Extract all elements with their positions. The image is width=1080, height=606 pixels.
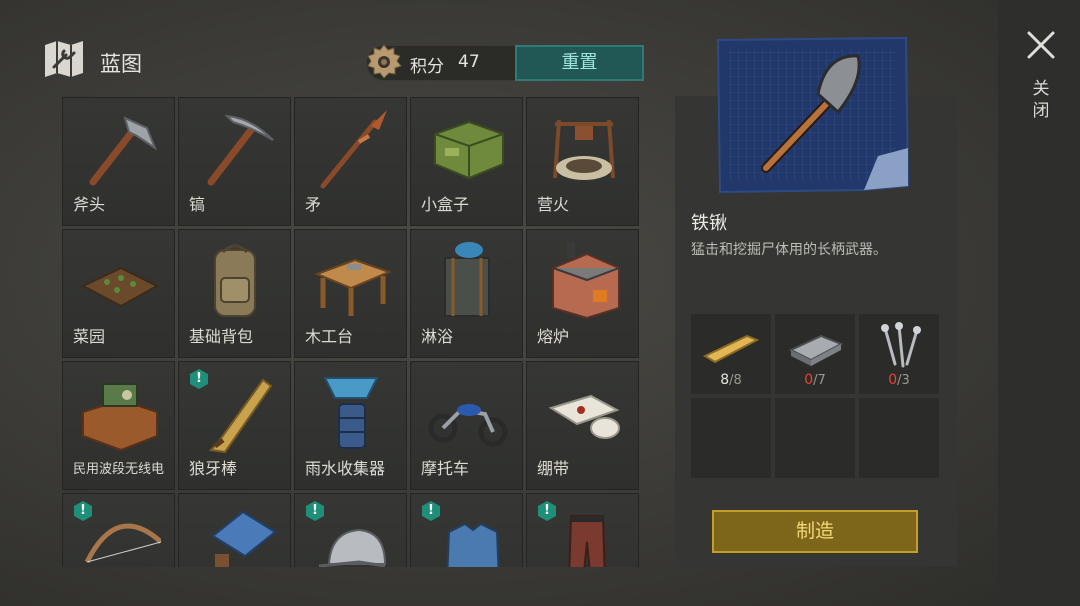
backpack-icon: [214, 244, 256, 317]
blueprint-item-pickaxe[interactable]: 镐: [178, 97, 291, 226]
pickaxe-icon: [207, 114, 274, 186]
blueprint-item-shower[interactable]: 淋浴: [410, 229, 523, 358]
material-need: /3: [897, 373, 910, 388]
item-label: 小盒子: [421, 195, 470, 214]
item-label: 矛: [305, 195, 322, 214]
wood-plank-icon: [702, 334, 760, 364]
rain-collector-icon: [323, 377, 379, 449]
blueprint-item-garden[interactable]: 菜园: [62, 229, 175, 358]
spear-icon: [320, 110, 387, 189]
blueprint-item-shirt[interactable]: !: [410, 493, 523, 567]
shovel-icon: [716, 36, 910, 194]
points-value: 47: [458, 52, 480, 72]
item-label: 基础背包: [189, 327, 254, 346]
item-label: 木工台: [305, 327, 354, 346]
radio-icon: [82, 383, 158, 452]
item-label: 熔炉: [537, 327, 570, 346]
material-slot-iron[interactable]: 0/7: [775, 314, 855, 394]
material-slot-empty: [775, 398, 855, 478]
material-need: /7: [813, 373, 826, 388]
material-have: 0: [888, 372, 898, 388]
blueprint-item-rain-collector[interactable]: 雨水收集器: [294, 361, 407, 490]
nails-icon: [881, 322, 921, 368]
blueprint-item-axe[interactable]: 斧头: [62, 97, 175, 226]
material-slot-wood[interactable]: 8/8: [691, 314, 771, 394]
blueprint-item-bow[interactable]: !: [62, 493, 175, 567]
blueprint-item-motorcycle[interactable]: 摩托车: [410, 361, 523, 490]
doghouse-icon: [211, 510, 277, 567]
item-label: 镐: [189, 195, 206, 214]
motorcycle-icon: [428, 404, 508, 447]
material-slot-empty: [691, 398, 771, 478]
points-label: 积分: [410, 57, 444, 77]
item-title: 铁锹: [691, 213, 727, 234]
item-description: 猛击和挖掘尸体用的长柄武器。: [691, 242, 887, 258]
blueprint-item-furnace[interactable]: 熔炉: [526, 229, 639, 358]
item-label: 营火: [537, 195, 570, 214]
material-have: 0: [804, 372, 814, 388]
item-label: 民用波段无线电: [73, 462, 165, 477]
blueprint-item-radio[interactable]: 民用波段无线电: [62, 361, 175, 490]
item-label: 狼牙棒: [189, 459, 238, 478]
iron-ingot-icon: [788, 334, 844, 366]
furnace-icon: [552, 242, 620, 320]
material-slot-nails[interactable]: 0/3: [859, 314, 939, 394]
blueprint-item-campfire[interactable]: 营火: [526, 97, 639, 226]
item-label: 绷带: [537, 459, 570, 478]
blueprint-grid: 斧头 镐 矛 小盒子 营火 菜园 基础背包 木工台 淋浴 熔炉 民用波段无线电 …: [62, 97, 642, 567]
material-need: /8: [729, 373, 742, 388]
blueprint-item-bandage[interactable]: 绷带: [526, 361, 639, 490]
blueprint-item-backpack[interactable]: 基础背包: [178, 229, 291, 358]
campfire-icon: [553, 119, 615, 180]
close-label[interactable]: 关闭: [1030, 78, 1052, 122]
blueprint-item-pants[interactable]: !: [526, 493, 639, 567]
blueprint-item-crate[interactable]: 小盒子: [410, 97, 523, 226]
material-slot-empty: [859, 398, 939, 478]
workbench-icon: [314, 258, 392, 316]
crate-icon: [434, 120, 504, 180]
blueprint-map-icon: [45, 41, 83, 77]
gear-icon: [367, 44, 402, 79]
item-label: 雨水收集器: [305, 459, 386, 478]
item-label: 摩托车: [421, 459, 470, 478]
item-label: 菜园: [73, 327, 106, 346]
item-label: 斧头: [73, 195, 106, 214]
blueprint-item-cap[interactable]: !: [294, 493, 407, 567]
close-icon[interactable]: [1024, 28, 1058, 62]
page-title: 蓝图: [100, 52, 142, 76]
garden-bed-icon: [80, 266, 160, 308]
bandage-icon: [548, 394, 620, 439]
material-have: 8: [720, 372, 730, 388]
item-label: 淋浴: [421, 327, 454, 346]
reset-button[interactable]: 重置: [515, 45, 644, 81]
axe-icon: [89, 116, 158, 186]
shower-icon: [444, 242, 490, 317]
blueprint-item-spiked-club[interactable]: ! 狼牙棒: [178, 361, 291, 490]
blueprint-item-spear[interactable]: 矛: [294, 97, 407, 226]
blueprint-item-workbench[interactable]: 木工台: [294, 229, 407, 358]
craft-button[interactable]: 制造: [712, 510, 918, 553]
blueprint-item-doghouse[interactable]: [178, 493, 291, 567]
